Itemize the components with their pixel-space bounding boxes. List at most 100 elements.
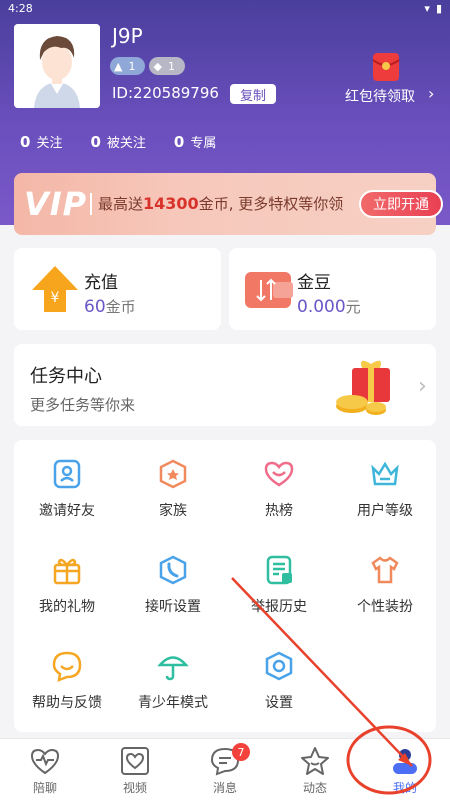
grid-item-family-label: 家族 (159, 503, 187, 519)
stat-followers[interactable]: 0 被关注 (90, 132, 145, 151)
recharge-balance: 60金币 (84, 296, 136, 317)
status-bar: 4:28 ▾ ▮ (0, 0, 450, 18)
vip-logo: VIP (24, 185, 88, 223)
recharge-title: 充值 (84, 273, 118, 293)
grid-item-call-settings[interactable]: 接听设置 (120, 552, 226, 616)
heart-icon (261, 456, 297, 492)
task-center-subtitle: 更多任务等你来 (30, 396, 136, 414)
copy-id-button[interactable]: 复制 (230, 84, 276, 104)
grid-item-user-level[interactable]: 用户等级 (332, 456, 438, 520)
beans-balance: 0.000元 (297, 296, 361, 317)
grid-item-hot-label: 热榜 (265, 503, 293, 519)
gift-icon (49, 552, 85, 588)
beans-unit: 元 (345, 298, 361, 316)
tab-messages[interactable]: 7 消息 (180, 743, 270, 796)
vip-banner[interactable]: VIP 最高送14300金币, 更多特权等你领 立即开通 (14, 173, 443, 235)
grid-item-invite-label: 邀请好友 (39, 503, 95, 519)
grid-item-help-feedback[interactable]: 帮助与反馈 (14, 648, 120, 712)
beans-card[interactable]: 金豆 0.000元 (229, 248, 436, 330)
avatar[interactable] (14, 24, 100, 108)
red-packet-icon[interactable] (372, 52, 400, 82)
tab-moments-label: 动态 (302, 781, 327, 795)
grid-item-personal-dress-label: 个性装扮 (357, 599, 413, 615)
stat-followers-count: 0 (90, 133, 101, 151)
bottom-tab-bar: 陪聊 视频 7 消息 动态 我的 (0, 738, 450, 800)
heartbeat-icon (29, 745, 61, 777)
feature-grid: 邀请好友 家族 热榜 用户等级 我的礼物 接听设置 举报历史 个性装扮 帮助与反… (14, 440, 436, 732)
stat-exclusive-count: 0 (173, 133, 185, 151)
unread-badge: 7 (232, 743, 250, 761)
task-center-card[interactable]: 任务中心 更多任务等你来 › (14, 344, 436, 426)
wifi-icon: ▾ (424, 2, 430, 15)
grid-item-my-gifts-label: 我的礼物 (39, 599, 95, 615)
beans-title: 金豆 (297, 273, 331, 293)
umbrella-icon (155, 648, 191, 684)
yuan-upload-icon: ¥ (28, 262, 82, 316)
vip-text-prefix: 最高送 (98, 195, 144, 213)
grid-item-invite[interactable]: 邀请好友 (14, 456, 120, 520)
avatar-illustration (14, 24, 100, 108)
tab-moments[interactable]: 动态 (270, 745, 360, 796)
grid-item-teen-mode-label: 青少年模式 (138, 695, 208, 711)
stat-exclusive[interactable]: 0 专属 (174, 132, 216, 151)
invite-icon (49, 456, 85, 492)
triangle-icon: ▲ (114, 59, 123, 73)
chevron-right-icon[interactable]: › (428, 84, 434, 103)
svg-text:¥: ¥ (51, 290, 60, 306)
user-id: ID:220589796 (112, 84, 219, 102)
recharge-unit: 金币 (105, 298, 136, 316)
wallet-icon (243, 266, 295, 312)
grid-item-family[interactable]: 家族 (120, 456, 226, 520)
tab-chat[interactable]: 陪聊 (0, 745, 90, 796)
level-badges: ▲ 1 ◆ 1 (110, 57, 185, 75)
profile-icon (389, 745, 421, 777)
report-icon (261, 552, 297, 588)
stat-following-count: 0 (20, 133, 31, 151)
chevron-right-icon[interactable]: › (418, 374, 427, 399)
username: J9P (112, 24, 143, 48)
phone-icon (155, 552, 191, 588)
vip-divider (90, 193, 92, 215)
grid-item-settings-label: 设置 (265, 695, 293, 711)
tab-video-label: 视频 (122, 781, 147, 795)
recharge-card[interactable]: ¥ 充值 60金币 (14, 248, 221, 330)
level-badge-2[interactable]: ◆ 1 (149, 57, 185, 75)
grid-item-report-history-label: 举报历史 (251, 599, 307, 615)
star-icon (299, 745, 331, 777)
battery-icon: ▮ (435, 2, 442, 15)
grid-item-teen-mode[interactable]: 青少年模式 (120, 648, 226, 712)
task-center-title: 任务中心 (30, 366, 102, 387)
vip-open-button[interactable]: 立即开通 (359, 190, 443, 218)
help-icon (49, 648, 85, 684)
level-badge-2-value: 1 (167, 59, 175, 73)
grid-item-report-history[interactable]: 举报历史 (226, 552, 332, 616)
recharge-value: 60 (84, 297, 106, 317)
follow-stats: 0 关注 0 被关注 0 专属 (20, 132, 216, 151)
diamond-icon: ◆ (153, 59, 162, 73)
shirt-icon (367, 552, 403, 588)
vip-amount: 14300 (143, 194, 199, 213)
red-packet-link[interactable]: 红包待领取 (345, 86, 415, 106)
settings-icon (261, 648, 297, 684)
tab-video[interactable]: 视频 (90, 745, 180, 796)
tab-mine[interactable]: 我的 (360, 745, 450, 796)
status-time: 4:28 (8, 2, 33, 15)
vip-text-suffix: 金币, 更多特权等你领 (198, 195, 344, 213)
beans-value: 0.000 (297, 297, 346, 317)
grid-item-settings[interactable]: 设置 (226, 648, 332, 712)
level-badge-1-value: 1 (128, 59, 136, 73)
grid-item-personal-dress[interactable]: 个性装扮 (332, 552, 438, 616)
crown-icon (367, 456, 403, 492)
tab-messages-label: 消息 (212, 781, 237, 795)
tab-chat-label: 陪聊 (32, 781, 57, 795)
tab-mine-label: 我的 (392, 781, 417, 795)
vip-promo-text: 最高送14300金币, 更多特权等你领 (98, 193, 343, 214)
stat-followers-label: 被关注 (106, 136, 146, 151)
gift-coins-icon (332, 354, 402, 418)
stat-exclusive-label: 专属 (190, 136, 217, 151)
grid-item-hot[interactable]: 热榜 (226, 456, 332, 520)
video-icon (119, 745, 151, 777)
stat-following[interactable]: 0 关注 (20, 132, 62, 151)
grid-item-my-gifts[interactable]: 我的礼物 (14, 552, 120, 616)
level-badge-1[interactable]: ▲ 1 (110, 57, 146, 75)
